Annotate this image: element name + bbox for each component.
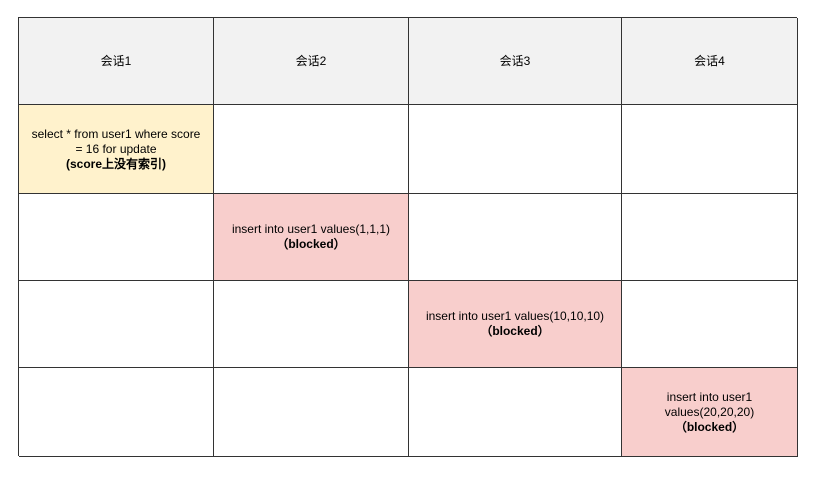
header-label: 会话4 xyxy=(694,53,725,68)
session-4-status: （blocked） xyxy=(674,419,745,434)
empty-cell xyxy=(214,105,409,194)
session-3-insert-cell: insert into user1 values(10,10,10) （bloc… xyxy=(409,281,622,368)
header-label: 会话1 xyxy=(100,53,132,68)
header-label: 会话3 xyxy=(499,53,531,68)
session-3-statement: insert into user1 values(10,10,10) xyxy=(425,309,605,323)
header-session-4: 会话4 xyxy=(622,18,798,105)
empty-cell xyxy=(214,281,409,368)
session-3-status: （blocked） xyxy=(480,324,550,338)
empty-cell xyxy=(622,281,798,368)
session-timeline-table: 会话1 会话2 会话3 会话4 select * from user1 wher… xyxy=(18,17,798,457)
empty-cell xyxy=(622,194,798,281)
empty-cell xyxy=(19,194,214,281)
empty-cell xyxy=(19,368,214,457)
empty-cell xyxy=(409,105,622,194)
empty-cell xyxy=(214,368,409,457)
header-session-3: 会话3 xyxy=(409,18,622,105)
session-4-statement: insert into user1 values(20,20,20) xyxy=(664,389,755,419)
empty-cell xyxy=(19,281,214,368)
header-session-2: 会话2 xyxy=(214,18,409,105)
session-1-select-cell: select * from user1 where score = 16 for… xyxy=(19,105,214,194)
empty-cell xyxy=(409,368,622,457)
session-2-statement: insert into user1 values(1,1,1) xyxy=(231,222,391,236)
session-1-note: (score上没有索引) xyxy=(65,156,166,171)
session-2-insert-cell: insert into user1 values(1,1,1) （blocked… xyxy=(214,194,409,281)
session-4-insert-cell: insert into user1 values(20,20,20) （bloc… xyxy=(622,368,798,457)
empty-cell xyxy=(409,194,622,281)
session-1-statement: select * from user1 where score = 16 for… xyxy=(31,126,201,156)
session-2-status: （blocked） xyxy=(276,237,346,251)
header-session-1: 会话1 xyxy=(19,18,214,105)
empty-cell xyxy=(622,105,798,194)
header-label: 会话2 xyxy=(295,53,327,68)
